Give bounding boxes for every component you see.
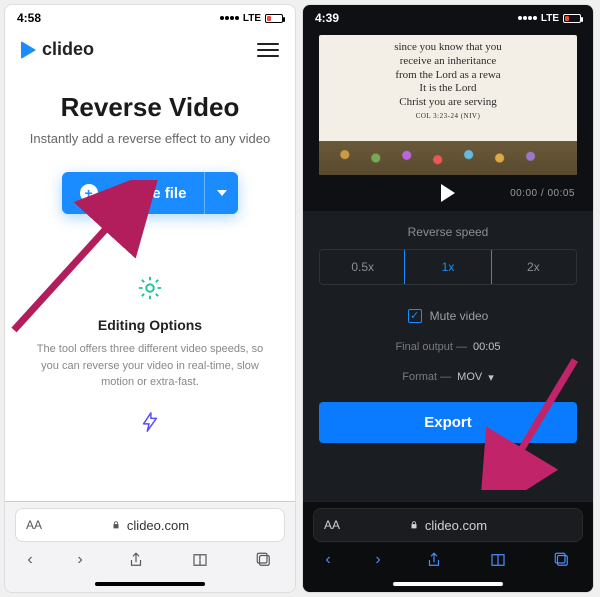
status-time: 4:39 xyxy=(315,11,339,25)
panel-title: Reverse speed xyxy=(319,225,577,239)
forward-icon[interactable]: › xyxy=(375,551,380,569)
speed-option-1x[interactable]: 1x xyxy=(404,249,491,285)
signal-icon xyxy=(518,16,537,20)
status-right: LTE xyxy=(220,13,283,24)
play-triangle-icon xyxy=(21,41,36,59)
choose-file-label: Choose file xyxy=(106,185,187,202)
speed-option-0.5x[interactable]: 0.5x xyxy=(320,250,405,284)
font-size-button[interactable]: AA xyxy=(26,518,42,532)
safari-chrome: AA clideo.com ‹ › xyxy=(5,501,295,592)
page-subtitle: Instantly add a reverse effect to any vi… xyxy=(23,131,277,146)
choose-file-dropdown[interactable] xyxy=(204,172,238,214)
export-button[interactable]: Export xyxy=(319,402,577,443)
safari-chrome: AA clideo.com ‹ › xyxy=(303,501,593,592)
hero: Reverse Video Instantly add a reverse ef… xyxy=(5,68,295,224)
final-output-row: Final output — 00:05 xyxy=(319,341,577,353)
hamburger-menu-icon[interactable] xyxy=(257,43,279,57)
address-bar[interactable]: AA clideo.com xyxy=(313,508,583,542)
speed-segmented[interactable]: 0.5x 1x 2x xyxy=(319,249,577,285)
address-bar[interactable]: AA clideo.com xyxy=(15,508,285,542)
status-time: 4:58 xyxy=(17,11,41,25)
battery-icon xyxy=(265,14,283,23)
forward-icon[interactable]: › xyxy=(77,551,82,569)
signal-icon xyxy=(220,16,239,20)
video-thumbnail: since you know that you receive an inher… xyxy=(319,35,577,175)
player-controls: 00:00 / 00:05 xyxy=(303,175,593,211)
chevron-down-icon xyxy=(217,190,227,196)
bolt-icon xyxy=(139,409,161,435)
bookmarks-icon[interactable] xyxy=(488,551,508,569)
gear-icon xyxy=(136,274,164,302)
mute-row[interactable]: ✓ Mute video xyxy=(319,309,577,323)
status-right: LTE xyxy=(518,13,581,24)
plus-icon: + xyxy=(80,184,98,202)
video-preview[interactable]: since you know that you receive an inher… xyxy=(319,35,577,175)
carrier-label: LTE xyxy=(243,13,261,24)
format-row[interactable]: Format — MOV ▾ xyxy=(319,371,577,384)
brand-label: clideo xyxy=(42,39,94,60)
domain-label: clideo.com xyxy=(127,518,189,533)
home-indicator[interactable] xyxy=(393,582,503,586)
mute-label: Mute video xyxy=(430,309,489,323)
editing-title: Editing Options xyxy=(33,317,267,333)
safari-toolbar: ‹ › xyxy=(303,542,593,578)
status-bar: 4:58 LTE xyxy=(5,5,295,31)
status-bar: 4:39 LTE xyxy=(303,5,593,31)
reverse-panel: Reverse speed 0.5x 1x 2x ✓ Mute video Fi… xyxy=(303,211,593,501)
page-title: Reverse Video xyxy=(23,92,277,123)
font-size-button[interactable]: AA xyxy=(324,518,340,532)
safari-toolbar: ‹ › xyxy=(5,542,295,578)
back-icon[interactable]: ‹ xyxy=(27,551,32,569)
choose-file-button[interactable]: + Choose file xyxy=(62,172,239,214)
mute-checkbox[interactable]: ✓ xyxy=(408,309,422,323)
carrier-label: LTE xyxy=(541,13,559,24)
clideo-logo[interactable]: clideo xyxy=(21,39,94,60)
chevron-down-icon: ▾ xyxy=(488,371,494,384)
tabs-icon[interactable] xyxy=(255,551,273,569)
left-phone: 4:58 LTE clideo Reverse Video Instantly … xyxy=(4,4,296,593)
share-icon[interactable] xyxy=(425,551,443,569)
play-icon[interactable] xyxy=(441,184,455,202)
battery-icon xyxy=(563,14,581,23)
editing-desc: The tool offers three different video sp… xyxy=(33,341,267,391)
back-icon[interactable]: ‹ xyxy=(325,551,330,569)
clideo-header: clideo xyxy=(5,31,295,68)
share-icon[interactable] xyxy=(127,551,145,569)
lock-icon xyxy=(409,520,419,530)
player-time: 00:00 / 00:05 xyxy=(510,188,575,199)
right-phone: 4:39 LTE since you know that you receive… xyxy=(302,4,594,593)
bookmarks-icon[interactable] xyxy=(190,551,210,569)
domain-label: clideo.com xyxy=(425,518,487,533)
speed-option-2x[interactable]: 2x xyxy=(491,250,576,284)
lock-icon xyxy=(111,520,121,530)
home-indicator[interactable] xyxy=(95,582,205,586)
tabs-icon[interactable] xyxy=(553,551,571,569)
editing-options: Editing Options The tool offers three di… xyxy=(5,224,295,401)
